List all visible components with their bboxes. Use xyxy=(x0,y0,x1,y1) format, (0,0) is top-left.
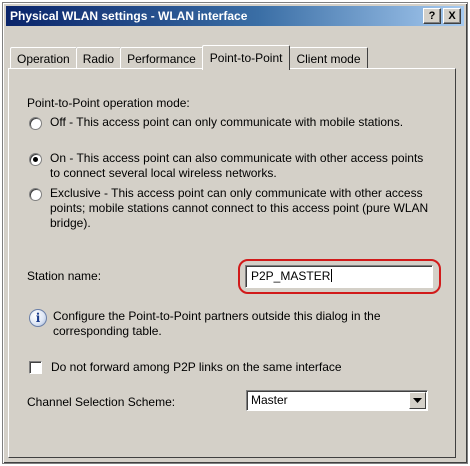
radio-on-label[interactable]: On - This access point can also communic… xyxy=(50,151,430,181)
info-icon: i xyxy=(29,309,47,327)
tab-operation[interactable]: Operation xyxy=(10,47,77,69)
no-forward-checkbox[interactable] xyxy=(29,361,42,374)
window-title: Physical WLAN settings - WLAN interface xyxy=(10,9,248,23)
tab-performance[interactable]: Performance xyxy=(120,47,203,69)
station-name-input[interactable]: P2P_MASTER xyxy=(245,265,433,288)
radio-off[interactable] xyxy=(29,117,42,130)
dropdown-button[interactable] xyxy=(409,392,426,409)
channel-scheme-select[interactable]: Master xyxy=(246,390,428,411)
tab-radio[interactable]: Radio xyxy=(75,47,122,69)
radio-exclusive[interactable] xyxy=(29,188,42,201)
tab-point-to-point[interactable]: Point-to-Point xyxy=(201,45,291,70)
close-button[interactable]: X xyxy=(443,8,461,24)
tab-panel: Point-to-Point operation mode: Off - Thi… xyxy=(8,68,456,458)
title-buttons: ? X xyxy=(423,8,461,24)
help-button[interactable]: ? xyxy=(423,8,441,24)
channel-scheme-label: Channel Selection Scheme: xyxy=(27,395,176,409)
radio-exclusive-label[interactable]: Exclusive - This access point can only c… xyxy=(50,186,440,231)
station-name-label: Station name: xyxy=(27,269,102,283)
tab-strip: Operation Radio Performance Point-to-Poi… xyxy=(10,45,368,70)
radio-on-dot xyxy=(33,157,38,162)
channel-scheme-value: Master xyxy=(251,393,288,407)
no-forward-label[interactable]: Do not forward among P2P links on the sa… xyxy=(51,360,342,374)
info-text: Configure the Point-to-Point partners ou… xyxy=(53,309,381,338)
chevron-down-icon xyxy=(413,398,422,403)
radio-on[interactable] xyxy=(29,153,42,166)
tab-client-mode[interactable]: Client mode xyxy=(289,47,368,69)
station-name-value: P2P_MASTER xyxy=(251,269,331,283)
title-bar[interactable]: Physical WLAN settings - WLAN interface … xyxy=(6,6,464,26)
text-caret xyxy=(331,269,333,282)
p2p-mode-label: Point-to-Point operation mode: xyxy=(27,96,190,110)
radio-off-label[interactable]: Off - This access point can only communi… xyxy=(50,115,430,130)
